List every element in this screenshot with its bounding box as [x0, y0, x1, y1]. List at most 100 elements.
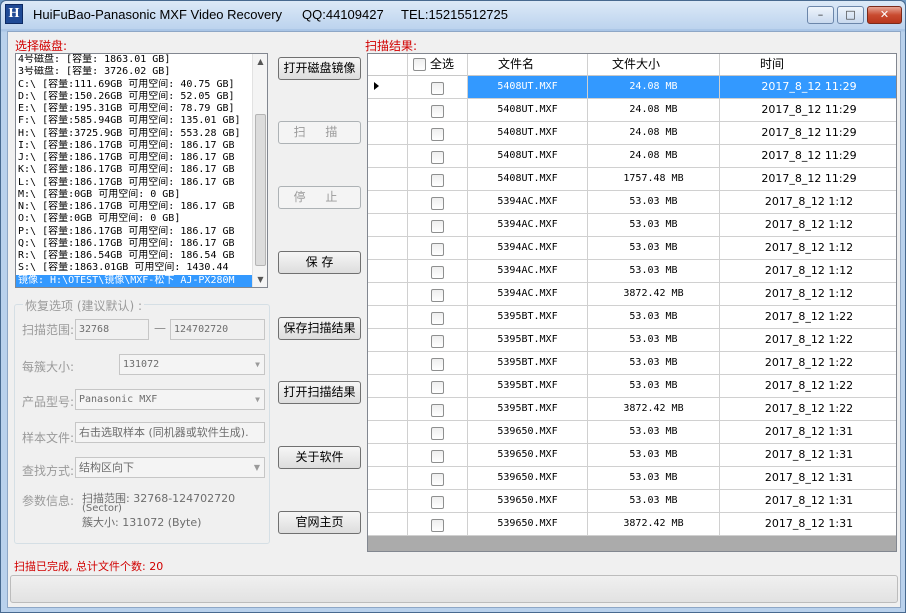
- about-button[interactable]: 关于软件: [278, 446, 361, 469]
- row-header[interactable]: [368, 490, 408, 513]
- row-checkbox[interactable]: [431, 174, 444, 187]
- table-row[interactable]: 5395BT.MXF 3872.42 MB 2017_8_12 1:22: [368, 398, 896, 421]
- sample-file-field[interactable]: 右击选取样本 (同机器或软件生成).: [75, 422, 265, 443]
- row-checkbox[interactable]: [431, 427, 444, 440]
- row-checkbox[interactable]: [431, 266, 444, 279]
- scroll-thumb[interactable]: [255, 114, 266, 266]
- disk-list-item[interactable]: M:\ [容量:0GB 可用空间: 0 GB]: [16, 189, 253, 201]
- disk-listbox[interactable]: 4号磁盘: [容量: 1863.01 GB] 3号磁盘: [容量: 3726.02…: [15, 53, 268, 288]
- row-header[interactable]: [368, 352, 408, 375]
- disk-list-item[interactable]: H:\ [容量:3725.9GB 可用空间: 553.28 GB]: [16, 128, 253, 140]
- disk-list-item[interactable]: P:\ [容量:186.17GB 可用空间: 186.17 GB: [16, 226, 253, 238]
- disk-list-item[interactable]: 3号磁盘: [容量: 3726.02 GB]: [16, 66, 253, 78]
- row-checkbox[interactable]: [431, 496, 444, 509]
- table-row[interactable]: 5408UT.MXF 24.08 MB 2017_8_12 11:29: [368, 145, 896, 168]
- table-row[interactable]: 539650.MXF 53.03 MB 2017_8_12 1:31: [368, 444, 896, 467]
- disk-list-item[interactable]: J:\ [容量:186.17GB 可用空间: 186.17 GB: [16, 152, 253, 164]
- row-header[interactable]: [368, 444, 408, 467]
- disk-list-item[interactable]: E:\ [容量:195.31GB 可用空间: 78.79 GB]: [16, 103, 253, 115]
- scroll-up-icon[interactable]: ▲: [253, 54, 267, 69]
- scan-button[interactable]: 扫 描: [278, 121, 361, 144]
- table-row[interactable]: 539650.MXF 3872.42 MB 2017_8_12 1:31: [368, 513, 896, 536]
- disk-list-item[interactable]: S:\ [容量:1863.01GB 可用空间: 1430.44: [16, 262, 253, 274]
- row-header[interactable]: [368, 398, 408, 421]
- select-all-checkbox[interactable]: [413, 58, 426, 71]
- product-model-select[interactable]: Panasonic MXF ▼: [75, 389, 265, 410]
- find-method-select[interactable]: 结构区向下 ▼: [75, 457, 265, 478]
- row-header[interactable]: [368, 76, 408, 99]
- row-header[interactable]: [368, 375, 408, 398]
- row-checkbox[interactable]: [431, 519, 444, 532]
- save-button[interactable]: 保 存: [278, 251, 361, 274]
- table-row[interactable]: 539650.MXF 53.03 MB 2017_8_12 1:31: [368, 490, 896, 513]
- table-row[interactable]: 5408UT.MXF 24.08 MB 2017_8_12 11:29: [368, 76, 896, 99]
- row-header[interactable]: [368, 421, 408, 444]
- table-row[interactable]: 5394AC.MXF 3872.42 MB 2017_8_12 1:12: [368, 283, 896, 306]
- cluster-size-select[interactable]: 131072 ▼: [119, 354, 265, 375]
- row-header[interactable]: [368, 260, 408, 283]
- disk-list-item[interactable]: Q:\ [容量:186.17GB 可用空间: 186.17 GB: [16, 238, 253, 250]
- row-checkbox[interactable]: [431, 82, 444, 95]
- row-checkbox[interactable]: [431, 289, 444, 302]
- row-header[interactable]: [368, 145, 408, 168]
- table-row[interactable]: 5394AC.MXF 53.03 MB 2017_8_12 1:12: [368, 260, 896, 283]
- row-checkbox[interactable]: [431, 381, 444, 394]
- row-checkbox[interactable]: [431, 335, 444, 348]
- table-row[interactable]: 5395BT.MXF 53.03 MB 2017_8_12 1:22: [368, 329, 896, 352]
- maximize-button[interactable]: □: [837, 6, 864, 24]
- disk-list-item[interactable]: L:\ [容量:186.17GB 可用空间: 186.17 GB: [16, 177, 253, 189]
- title-bar[interactable]: H HuiFuBao-Panasonic MXF Video Recovery …: [1, 1, 905, 29]
- row-header[interactable]: [368, 306, 408, 329]
- stop-button[interactable]: 停 止: [278, 186, 361, 209]
- column-header-time[interactable]: 时间: [720, 54, 896, 76]
- scan-range-end-input[interactable]: 124702720: [170, 319, 265, 340]
- table-row[interactable]: 5394AC.MXF 53.03 MB 2017_8_12 1:12: [368, 191, 896, 214]
- row-header[interactable]: [368, 467, 408, 490]
- row-checkbox[interactable]: [431, 404, 444, 417]
- scroll-down-icon[interactable]: ▼: [253, 272, 267, 287]
- disk-list-item[interactable]: 4号磁盘: [容量: 1863.01 GB]: [16, 54, 253, 66]
- disk-list-item[interactable]: K:\ [容量:186.17GB 可用空间: 186.17 GB: [16, 164, 253, 176]
- table-row[interactable]: 5395BT.MXF 53.03 MB 2017_8_12 1:22: [368, 375, 896, 398]
- table-row[interactable]: 539650.MXF 53.03 MB 2017_8_12 1:31: [368, 421, 896, 444]
- row-checkbox[interactable]: [431, 450, 444, 463]
- row-checkbox[interactable]: [431, 473, 444, 486]
- row-checkbox[interactable]: [431, 151, 444, 164]
- row-header[interactable]: [368, 191, 408, 214]
- table-row[interactable]: 5394AC.MXF 53.03 MB 2017_8_12 1:12: [368, 237, 896, 260]
- table-row[interactable]: 5408UT.MXF 24.08 MB 2017_8_12 11:29: [368, 99, 896, 122]
- column-header-size[interactable]: 文件大小: [588, 54, 720, 76]
- column-header-filename[interactable]: 文件名: [468, 54, 588, 76]
- row-checkbox[interactable]: [431, 243, 444, 256]
- row-checkbox[interactable]: [431, 358, 444, 371]
- row-checkbox[interactable]: [431, 197, 444, 210]
- disk-list-item[interactable]: 镜像: H:\OTEST\镜像\MXF-松下 AJ-PX280M: [16, 274, 253, 287]
- row-header[interactable]: [368, 99, 408, 122]
- open-disk-image-button[interactable]: 打开磁盘镜像: [278, 57, 361, 80]
- disk-list-scrollbar[interactable]: ▲ ▼: [252, 54, 267, 287]
- results-grid[interactable]: 全选 文件名 文件大小 时间 5408UT.MXF 24.08 MB 2017_8_…: [367, 53, 897, 552]
- select-all-header[interactable]: 全选: [408, 54, 468, 76]
- row-header[interactable]: [368, 283, 408, 306]
- row-header[interactable]: [368, 122, 408, 145]
- table-row[interactable]: 5395BT.MXF 53.03 MB 2017_8_12 1:22: [368, 352, 896, 375]
- table-row[interactable]: 5395BT.MXF 53.03 MB 2017_8_12 1:22: [368, 306, 896, 329]
- homepage-button[interactable]: 官网主页: [278, 511, 361, 534]
- table-row[interactable]: 539650.MXF 53.03 MB 2017_8_12 1:31: [368, 467, 896, 490]
- row-checkbox[interactable]: [431, 220, 444, 233]
- row-header[interactable]: [368, 168, 408, 191]
- disk-list-item[interactable]: R:\ [容量:186.54GB 可用空间: 186.54 GB: [16, 250, 253, 262]
- disk-list-item[interactable]: F:\ [容量:585.94GB 可用空间: 135.01 GB]: [16, 115, 253, 127]
- row-header[interactable]: [368, 513, 408, 536]
- row-header[interactable]: [368, 214, 408, 237]
- disk-list-item[interactable]: C:\ [容量:111.69GB 可用空间: 40.75 GB]: [16, 79, 253, 91]
- close-button[interactable]: ✕: [867, 6, 902, 24]
- disk-list-item[interactable]: O:\ [容量:0GB 可用空间: 0 GB]: [16, 213, 253, 225]
- row-header[interactable]: [368, 237, 408, 260]
- disk-list-item[interactable]: D:\ [容量:150.26GB 可用空间: 52.05 GB]: [16, 91, 253, 103]
- scan-range-start-input[interactable]: 32768: [75, 319, 149, 340]
- table-row[interactable]: 5408UT.MXF 24.08 MB 2017_8_12 11:29: [368, 122, 896, 145]
- row-checkbox[interactable]: [431, 105, 444, 118]
- open-scan-results-button[interactable]: 打开扫描结果: [278, 381, 361, 404]
- table-row[interactable]: 5394AC.MXF 53.03 MB 2017_8_12 1:12: [368, 214, 896, 237]
